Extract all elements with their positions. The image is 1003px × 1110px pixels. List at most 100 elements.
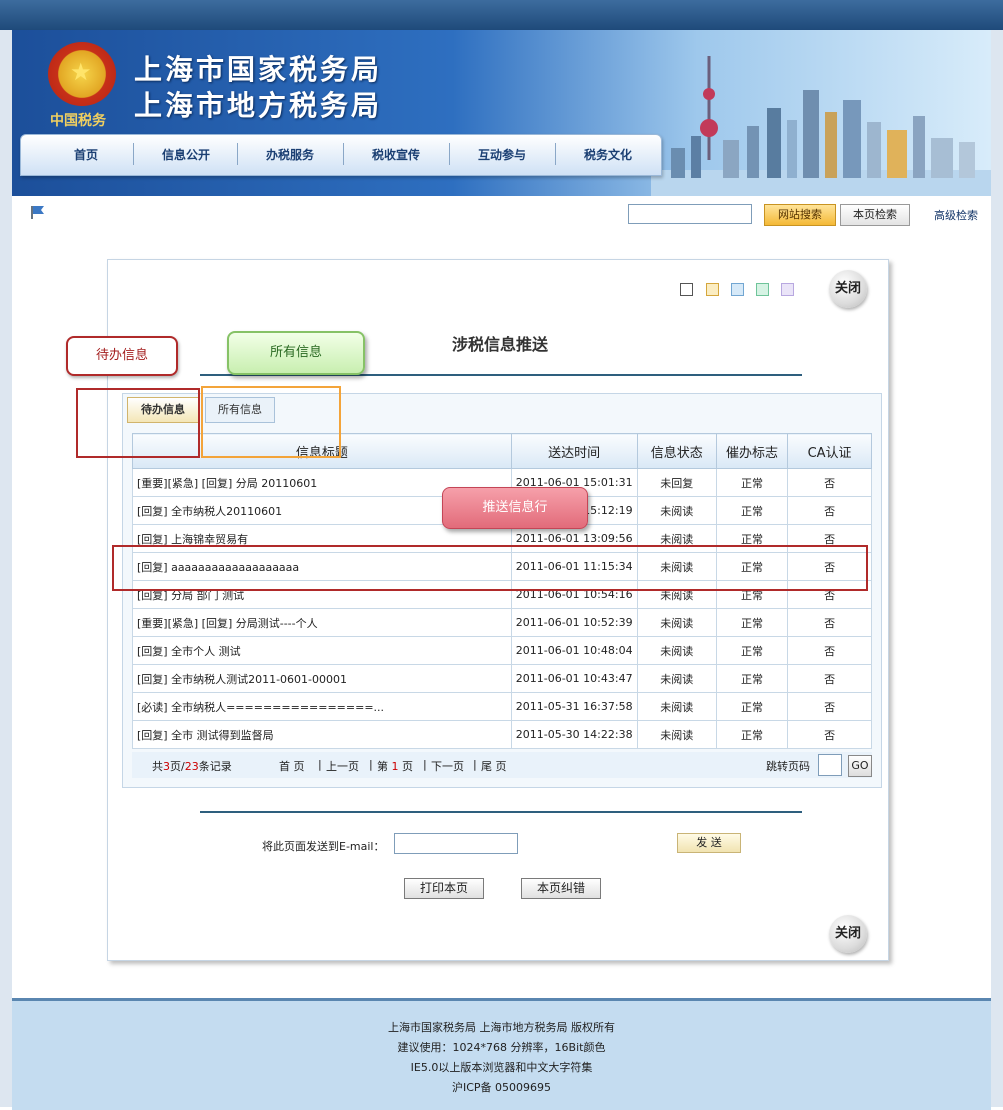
theme-swatch-yellow[interactable] — [706, 283, 719, 296]
row-title-link[interactable]: [回复] 全市个人 测试 — [132, 636, 512, 665]
city-skyline-image — [651, 56, 991, 196]
main-nav: 首页 信息公开 办税服务 税收宣传 互动参与 税务文化 — [20, 134, 662, 176]
row-status: 未阅读 — [636, 720, 717, 749]
flag-icon — [31, 206, 44, 219]
advanced-search-link[interactable]: 高级检索 — [934, 207, 978, 223]
nav-divider — [343, 143, 344, 165]
site-search-button[interactable]: 网站搜索 — [764, 204, 836, 226]
row-time: 2011-06-01 10:48:04 — [510, 636, 638, 665]
site-search-input[interactable] — [628, 204, 752, 224]
nav-item-home[interactable]: 首页 — [41, 146, 131, 163]
row-title-link[interactable]: [回复] 全市 测试得到监督局 — [132, 720, 512, 749]
column-header-urge[interactable]: 催办标志 — [715, 433, 789, 469]
row-time: 2011-06-01 10:43:47 — [510, 664, 638, 693]
go-button[interactable]: GO — [848, 755, 872, 777]
table-row[interactable]: [回复] 全市个人 测试 2011-06-01 10:48:04 未阅读 正常 … — [132, 636, 872, 665]
column-header-status[interactable]: 信息状态 — [636, 433, 717, 469]
row-time: 2011-05-30 14:22:38 — [510, 720, 638, 749]
pager-total-prefix: 共 — [152, 760, 163, 773]
nav-divider — [449, 143, 450, 165]
site-banner: ★ 中国税务 上海市国家税务局 上海市地方税务局 首页 信息公开 办税服务 税收… — [12, 30, 991, 196]
nav-divider — [555, 143, 556, 165]
table-row[interactable]: [回复] 全市 测试得到监督局 2011-05-30 14:22:38 未阅读 … — [132, 720, 872, 749]
table-row[interactable]: [重要][紧急] [回复] 分局测试----个人 2011-06-01 10:5… — [132, 608, 872, 637]
row-ca: 否 — [787, 664, 872, 693]
row-status: 未阅读 — [636, 692, 717, 721]
theme-swatch-purple[interactable] — [781, 283, 794, 296]
column-header-time[interactable]: 送达时间 — [510, 433, 638, 469]
nav-divider — [237, 143, 238, 165]
pager-divider: | — [369, 758, 373, 771]
row-highlight — [112, 545, 868, 591]
pagination-bar: 共3页/23条记录 首 页 | 上一页 | 第 1 页 | 下一页 | 尾 页 … — [132, 752, 872, 778]
row-title-link[interactable]: [重要][紧急] [回复] 分局测试----个人 — [132, 608, 512, 637]
close-button-top[interactable]: 关闭 — [829, 270, 867, 308]
row-status: 未阅读 — [636, 608, 717, 637]
close-button-bottom[interactable]: 关闭 — [829, 915, 867, 953]
pending-callout: 待办信息 — [66, 336, 178, 376]
pager-first-link[interactable]: 首 页 — [279, 758, 305, 774]
page-jump-input[interactable] — [818, 754, 842, 776]
pager-total: 共3页/23条记录 — [152, 758, 232, 774]
table-row[interactable]: [必读] 全市纳税人================... 2011-05-31… — [132, 692, 872, 721]
column-header-ca[interactable]: CA认证 — [787, 433, 872, 469]
print-page-button[interactable]: 打印本页 — [404, 878, 484, 899]
pager-last-link[interactable]: 尾 页 — [481, 758, 507, 774]
browser-top-bar — [0, 0, 1003, 30]
site-footer: 上海市国家税务局 上海市地方税务局 版权所有 建议使用：1024*768 分辨率… — [12, 998, 991, 1110]
row-ca: 否 — [787, 496, 872, 525]
pager-total-pages: 3 — [163, 760, 170, 773]
nav-item-tax-culture[interactable]: 税务文化 — [563, 146, 653, 163]
nav-item-tax-services[interactable]: 办税服务 — [245, 146, 335, 163]
panel-title: 涉税信息推送 — [451, 335, 548, 354]
pager-divider: | — [423, 758, 427, 771]
page-search-button[interactable]: 本页检索 — [840, 204, 910, 226]
pager-total-records: 23 — [184, 760, 199, 773]
emblem-caption: 中国税务 — [50, 113, 106, 129]
pager-page-prefix: 第 — [377, 760, 388, 773]
row-status: 未阅读 — [636, 636, 717, 665]
theme-swatch-green[interactable] — [756, 283, 769, 296]
row-title-link[interactable]: [回复] 全市纳税人测试2011-0601-00001 — [132, 664, 512, 693]
table-row[interactable]: [回复] 全市纳税人测试2011-0601-00001 2011-06-01 1… — [132, 664, 872, 693]
row-callout: 推送信息行 — [442, 487, 588, 529]
pager-current: 第 1 页 — [377, 758, 413, 774]
row-urge-flag: 正常 — [715, 496, 789, 525]
row-urge-flag: 正常 — [715, 608, 789, 637]
row-ca: 否 — [787, 692, 872, 721]
row-urge-flag: 正常 — [715, 664, 789, 693]
row-urge-flag: 正常 — [715, 636, 789, 665]
nav-item-tax-publicity[interactable]: 税收宣传 — [351, 146, 441, 163]
banner-title-local: 上海市地方税务局 — [134, 89, 383, 122]
report-error-button[interactable]: 本页纠错 — [521, 878, 601, 899]
all-tab-highlight — [201, 386, 341, 458]
nav-item-info-disclosure[interactable]: 信息公开 — [141, 146, 231, 163]
theme-swatch-blue[interactable] — [731, 283, 744, 296]
theme-swatch-white[interactable] — [680, 283, 693, 296]
nav-item-interaction[interactable]: 互动参与 — [457, 146, 547, 163]
row-urge-flag: 正常 — [715, 720, 789, 749]
pager-page-suffix: 页 — [402, 760, 413, 773]
pending-tab-highlight — [76, 388, 200, 458]
row-ca: 否 — [787, 636, 872, 665]
row-title-link[interactable]: [必读] 全市纳税人================... — [132, 692, 512, 721]
row-ca: 否 — [787, 468, 872, 497]
email-input[interactable] — [394, 833, 518, 854]
row-time: 2011-06-01 10:52:39 — [510, 608, 638, 637]
email-label: 将此页面发送到E-mail： — [262, 840, 385, 853]
bottom-divider — [200, 811, 802, 813]
all-callout: 所有信息 — [227, 331, 365, 375]
row-status: 未回复 — [636, 468, 717, 497]
send-button[interactable]: 发 送 — [677, 833, 741, 853]
row-ca: 否 — [787, 608, 872, 637]
pager-pages-unit: 页/ — [170, 760, 185, 773]
pager-prev-link[interactable]: 上一页 — [326, 758, 359, 774]
pager-next-link[interactable]: 下一页 — [431, 758, 464, 774]
star-icon: ★ — [70, 58, 92, 86]
page-frame-right — [991, 30, 1003, 1107]
footer-resolution: 建议使用：1024*768 分辨率，16Bit颜色 — [397, 1041, 606, 1054]
pager-records-unit: 条记录 — [198, 760, 232, 773]
footer-browser: IE5.0以上版本浏览器和中文大字符集 — [410, 1061, 593, 1074]
footer-copyright: 上海市国家税务局 上海市地方税务局 版权所有 — [388, 1021, 615, 1034]
pager-current-page: 1 — [391, 760, 399, 773]
